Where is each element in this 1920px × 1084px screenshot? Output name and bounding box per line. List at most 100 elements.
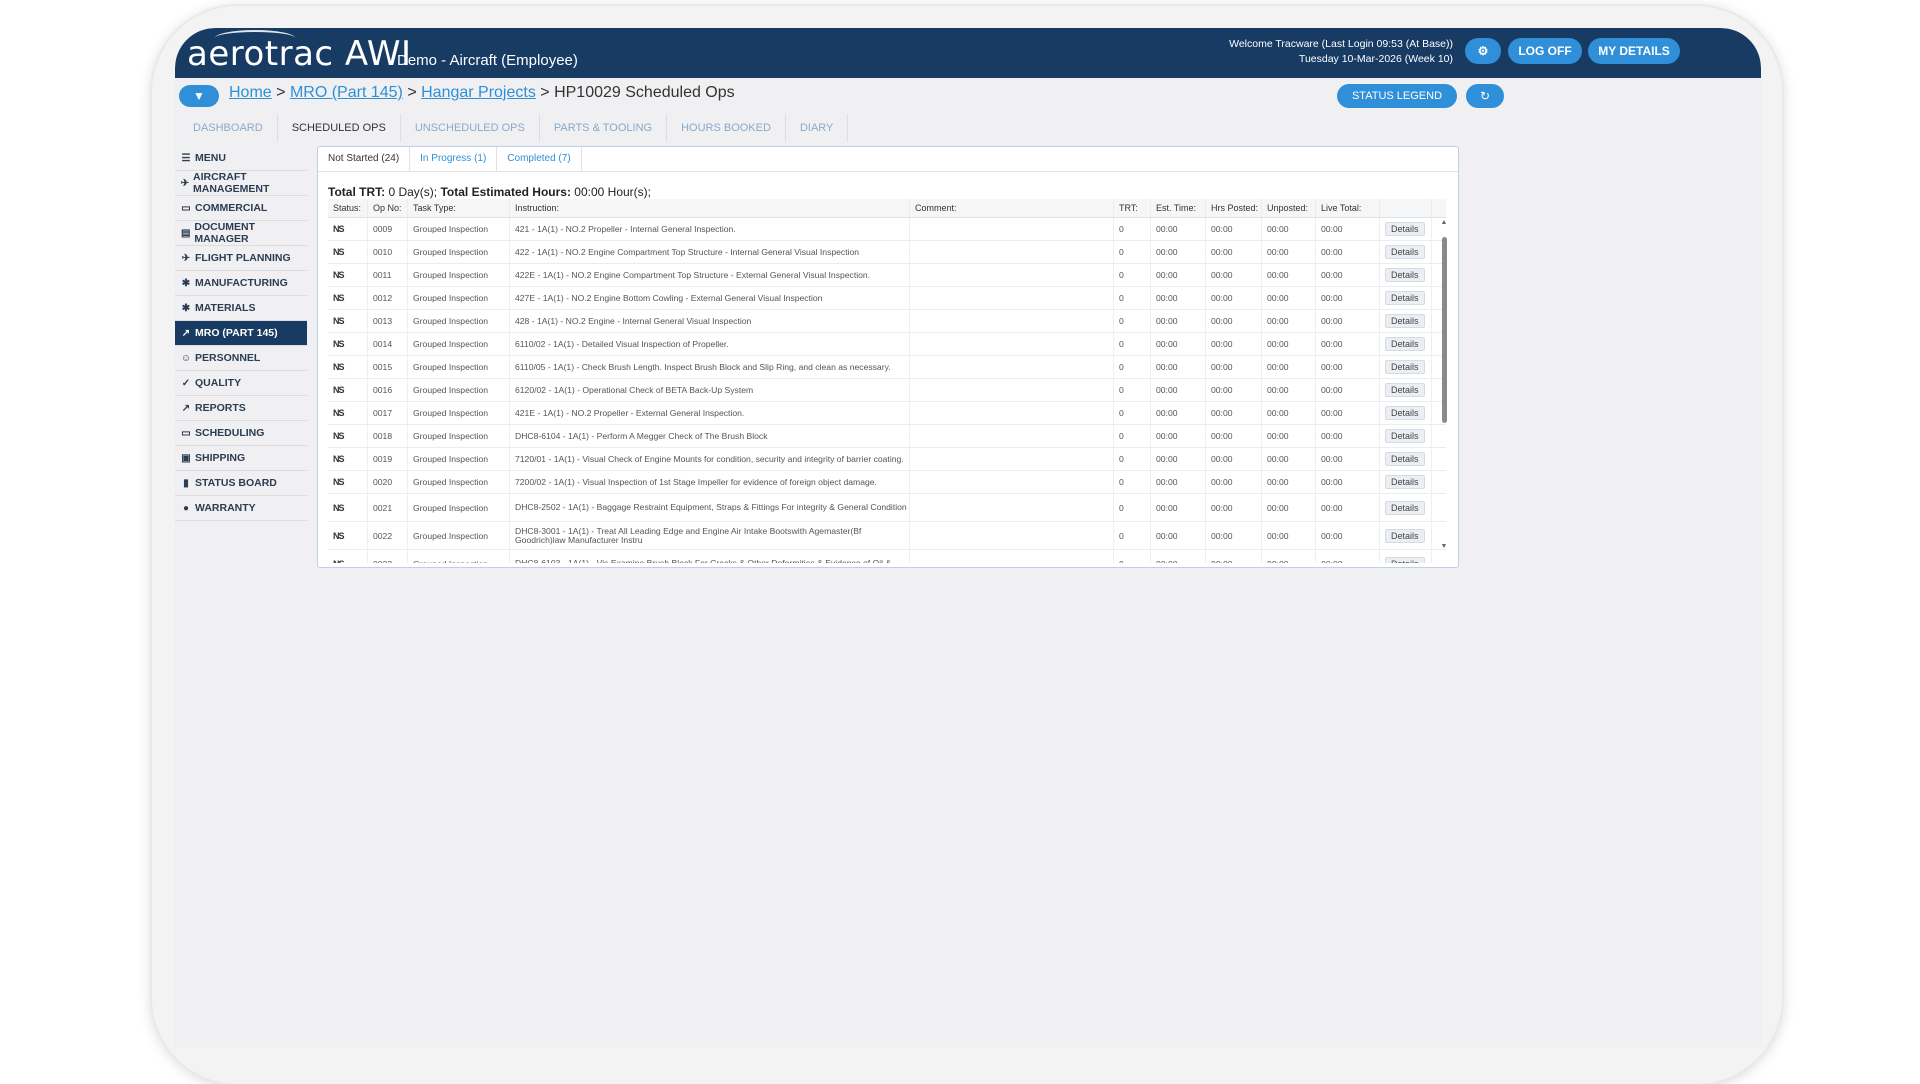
- table-row[interactable]: NS 0019 Grouped Inspection 7120/01 - 1A(1) …: [328, 448, 1446, 471]
- sidebar-item-label: MANUFACTURING: [195, 277, 288, 289]
- column-header[interactable]: Est. Time:: [1151, 199, 1206, 217]
- column-header[interactable]: Comment:: [910, 199, 1114, 217]
- tab-hours-booked[interactable]: HOURS BOOKED: [667, 114, 786, 142]
- details-button[interactable]: Details: [1385, 406, 1425, 420]
- table-row[interactable]: NS 0022 Grouped Inspection DHC8-3001 - 1A(1…: [328, 522, 1446, 550]
- sidebar-item-scheduling[interactable]: ▭ SCHEDULING: [175, 421, 307, 446]
- subtab-not-started[interactable]: Not Started (24): [318, 147, 411, 171]
- column-header[interactable]: Op No:: [368, 199, 408, 217]
- log-off-button[interactable]: LOG OFF: [1508, 38, 1582, 64]
- app-logo: aerotrac AWI: [187, 34, 412, 74]
- tab-diary[interactable]: DIARY: [786, 114, 849, 142]
- sidebar-item-personnel[interactable]: ☺ PERSONNEL: [175, 346, 307, 371]
- refresh-button[interactable]: ↻: [1466, 84, 1504, 108]
- sidebar-item-mro[interactable]: ↗ MRO (PART 145): [175, 321, 307, 346]
- scroll-up-arrow[interactable]: ▲: [1439, 219, 1449, 226]
- table-row[interactable]: NS 0011 Grouped Inspection 422E - 1A(1) - N…: [328, 264, 1446, 287]
- table-row[interactable]: NS 0016 Grouped Inspection 6120/02 - 1A(1) …: [328, 379, 1446, 402]
- column-header[interactable]: Unposted:: [1262, 199, 1316, 217]
- scrollbar-thumb[interactable]: [1442, 237, 1447, 423]
- status-legend-button[interactable]: STATUS LEGEND: [1337, 84, 1457, 108]
- filter-toggle-button[interactable]: ▼: [179, 85, 219, 107]
- sidebar-item-quality[interactable]: ✓ QUALITY: [175, 371, 307, 396]
- table-row[interactable]: NS 0009 Grouped Inspection 421 - 1A(1) - NO…: [328, 218, 1446, 241]
- live-total-cell: 00:00: [1316, 264, 1380, 286]
- details-button[interactable]: Details: [1385, 383, 1425, 397]
- table-row[interactable]: NS 0020 Grouped Inspection 7200/02 - 1A(1) …: [328, 471, 1446, 494]
- details-button[interactable]: Details: [1385, 314, 1425, 328]
- op-number-cell: 0018: [368, 425, 408, 447]
- table-row[interactable]: NS 0013 Grouped Inspection 428 - 1A(1) - NO…: [328, 310, 1446, 333]
- tab-unscheduled-ops[interactable]: UNSCHEDULED OPS: [401, 114, 540, 142]
- my-details-button[interactable]: MY DETAILS: [1588, 38, 1680, 64]
- gear-icon: ⚙: [1477, 44, 1489, 58]
- trt-cell: 0: [1114, 402, 1151, 424]
- sidebar-item-label: DOCUMENT MANAGER: [194, 221, 256, 245]
- task-type-cell: Grouped Inspection: [408, 356, 510, 378]
- table-row[interactable]: NS 0018 Grouped Inspection DHC8-6104 - 1A(1…: [328, 425, 1446, 448]
- trt-cell: 0: [1114, 550, 1151, 563]
- task-type-cell: Grouped Inspection: [408, 471, 510, 493]
- sidebar-item-menu[interactable]: ☰ MENU: [175, 146, 307, 171]
- tab-dashboard[interactable]: DASHBOARD: [179, 114, 278, 142]
- details-button[interactable]: Details: [1385, 429, 1425, 443]
- scroll-down-arrow[interactable]: ▼: [1439, 543, 1449, 550]
- sidebar-item-aircraft-management[interactable]: ✈ AIRCRAFT MANAGEMENT: [175, 171, 307, 196]
- not-started-status-icon: NS: [333, 477, 344, 487]
- column-header[interactable]: Hrs Posted:: [1206, 199, 1262, 217]
- column-header[interactable]: Status:: [328, 199, 368, 217]
- details-button[interactable]: Details: [1385, 245, 1425, 259]
- sidebar-item-status-board[interactable]: ▮ STATUS BOARD: [175, 471, 307, 496]
- sidebar-item-warranty[interactable]: ● WARRANTY: [175, 496, 307, 521]
- details-button[interactable]: Details: [1385, 528, 1425, 543]
- column-header[interactable]: TRT:: [1114, 199, 1151, 217]
- table-row[interactable]: NS 0014 Grouped Inspection 6110/02 - 1A(1) …: [328, 333, 1446, 356]
- subtab-in-progress[interactable]: In Progress (1): [410, 147, 498, 171]
- details-button[interactable]: Details: [1385, 556, 1425, 563]
- subtab-completed[interactable]: Completed (7): [497, 147, 582, 171]
- est-time-cell: 00:00: [1151, 218, 1206, 240]
- tab-parts-tooling[interactable]: PARTS & TOOLING: [540, 114, 668, 142]
- sidebar-item-reports[interactable]: ↗ REPORTS: [175, 396, 307, 421]
- details-button[interactable]: Details: [1385, 360, 1425, 374]
- table-row[interactable]: NS 0010 Grouped Inspection 422 - 1A(1) - NO…: [328, 241, 1446, 264]
- sidebar-item-materials[interactable]: ✱ MATERIALS: [175, 296, 307, 321]
- details-button[interactable]: Details: [1385, 452, 1425, 466]
- details-button[interactable]: Details: [1385, 268, 1425, 282]
- task-type-cell: Grouped Inspection: [408, 425, 510, 447]
- hrs-posted-cell: 00:00: [1206, 425, 1262, 447]
- table-row[interactable]: NS 0012 Grouped Inspection 427E - 1A(1) - N…: [328, 287, 1446, 310]
- sidebar-item-manufacturing[interactable]: ✱ MANUFACTURING: [175, 271, 307, 296]
- details-button[interactable]: Details: [1385, 500, 1425, 515]
- details-button[interactable]: Details: [1385, 337, 1425, 351]
- details-button[interactable]: Details: [1385, 475, 1425, 489]
- details-button[interactable]: Details: [1385, 222, 1425, 236]
- hrs-posted-cell: 00:00: [1206, 310, 1262, 332]
- column-header[interactable]: Task Type:: [408, 199, 510, 217]
- table-row[interactable]: NS 0015 Grouped Inspection 6110/05 - 1A(1) …: [328, 356, 1446, 379]
- truck-icon: ▣: [181, 452, 191, 464]
- settings-button[interactable]: ⚙: [1465, 38, 1501, 64]
- tab-scheduled-ops[interactable]: SCHEDULED OPS: [278, 114, 401, 142]
- sidebar-item-flight-planning[interactable]: ✈ FLIGHT PLANNING: [175, 246, 307, 271]
- sidebar-item-document-manager[interactable]: ▤ DOCUMENT MANAGER: [175, 221, 307, 246]
- sidebar-item-commercial[interactable]: ▭ COMMERCIAL: [175, 196, 307, 221]
- breadcrumb-mro-link[interactable]: MRO (Part 145): [290, 84, 403, 101]
- breadcrumb-hangar-link[interactable]: Hangar Projects: [421, 84, 536, 101]
- op-number-cell: 0023: [368, 550, 408, 563]
- table-row[interactable]: NS 0021 Grouped Inspection DHC8-2502 - 1A(1…: [328, 494, 1446, 522]
- breadcrumb-home-link[interactable]: Home: [229, 84, 272, 101]
- op-number-cell: 0019: [368, 448, 408, 470]
- bars-icon: ▮: [183, 477, 189, 489]
- sidebar-item-shipping[interactable]: ▣ SHIPPING: [175, 446, 307, 471]
- table-row[interactable]: NS 0017 Grouped Inspection 421E - 1A(1) - N…: [328, 402, 1446, 425]
- column-header[interactable]: Live Total:: [1316, 199, 1380, 217]
- table-row[interactable]: NS 0023Grouped InspectionDHC8-6103 - 1A(1…: [328, 550, 1446, 563]
- trt-cell: 0: [1114, 425, 1151, 447]
- task-type-cell: Grouped Inspection: [408, 310, 510, 332]
- details-button[interactable]: Details: [1385, 291, 1425, 305]
- unposted-cell: 00:00: [1262, 448, 1316, 470]
- unposted-cell: 00:00: [1262, 402, 1316, 424]
- column-header[interactable]: Instruction:: [510, 199, 910, 217]
- sidebar-item-label: MENU: [195, 152, 226, 164]
